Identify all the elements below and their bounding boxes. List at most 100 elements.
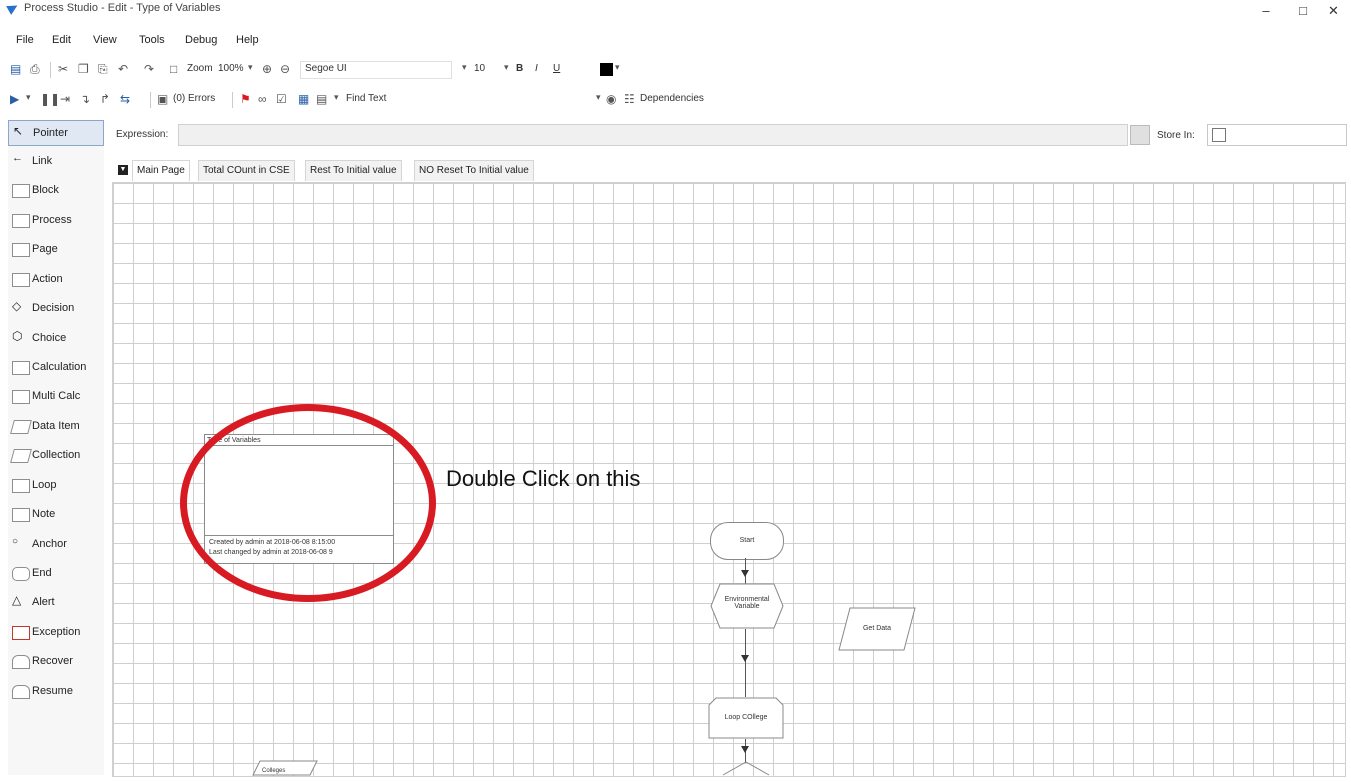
palette-alert[interactable]: △ Alert <box>8 590 104 616</box>
copy-icon[interactable]: ❐ <box>78 62 89 76</box>
chevron-down-icon[interactable]: ▾ <box>504 62 509 73</box>
undo-icon[interactable]: ↶ <box>118 62 128 76</box>
toolbar-separator <box>150 92 151 108</box>
palette-anchor[interactable]: ○ Anchor <box>8 532 104 558</box>
palette-block[interactable]: Block <box>8 178 104 204</box>
chevron-down-icon[interactable]: ▾ <box>26 92 31 103</box>
start-stage[interactable]: Start <box>710 522 784 560</box>
menu-help[interactable]: Help <box>236 34 259 46</box>
expression-input[interactable] <box>178 124 1128 146</box>
validate-icon[interactable]: ▣ <box>157 92 168 106</box>
palette-label: Alert <box>32 596 55 608</box>
tab-rest-initial[interactable]: Rest To Initial value <box>305 160 402 181</box>
block-icon <box>12 184 30 198</box>
find-text-input[interactable]: Find Text <box>346 93 386 104</box>
palette-page[interactable]: Page <box>8 237 104 263</box>
chevron-down-icon[interactable]: ▾ <box>334 92 339 103</box>
app-icon <box>6 1 20 15</box>
palette-pointer[interactable]: ↖ Pointer <box>8 120 104 146</box>
link-arrow-icon: ← <box>12 152 23 164</box>
menu-view[interactable]: View <box>93 34 117 46</box>
flow-arrow-icon <box>741 746 749 753</box>
palette-loop[interactable]: Loop <box>8 473 104 499</box>
page-icon[interactable]: □ <box>170 62 177 76</box>
diamond-icon: ◇ <box>12 299 22 313</box>
palette-exception[interactable]: Exception <box>8 620 104 646</box>
palette-label: Loop <box>32 479 57 491</box>
errors-button[interactable]: (0) Errors <box>173 93 215 104</box>
palette-label: Link <box>32 155 53 167</box>
zoom-dropdown[interactable]: 100% <box>218 63 244 74</box>
paste-icon[interactable]: ⎘ <box>98 62 108 77</box>
close-button[interactable]: ✕ <box>1316 0 1351 22</box>
decision-stage[interactable] <box>722 760 770 776</box>
palette-decision[interactable]: ◇ Decision <box>8 296 104 322</box>
palette-multi-calc[interactable]: Multi Calc <box>8 384 104 410</box>
page-icon <box>12 243 30 257</box>
tab-menu-arrow-icon[interactable]: ▼ <box>118 165 128 175</box>
menu-debug[interactable]: Debug <box>185 34 217 46</box>
palette-recover[interactable]: Recover <box>8 649 104 675</box>
anchor-icon: ○ <box>12 536 19 547</box>
loop-label: Loop COllege <box>724 714 768 721</box>
underline-button[interactable]: U <box>553 63 560 74</box>
palette-action[interactable]: Action <box>8 267 104 293</box>
zoom-out-icon[interactable]: ⊖ <box>280 62 290 76</box>
palette-label: Page <box>32 243 58 255</box>
store-in-input[interactable] <box>1207 124 1347 146</box>
menu-tools[interactable]: Tools <box>139 34 165 46</box>
tab-main-page[interactable]: Main Page <box>132 160 190 181</box>
binoculars-icon[interactable]: ◉ <box>606 92 616 106</box>
pointer-icon: ↖ <box>13 124 24 138</box>
palette-label: End <box>32 567 52 579</box>
color-swatch[interactable] <box>600 63 613 76</box>
tab-total-count[interactable]: Total COunt in CSE <box>198 160 295 181</box>
palette-process[interactable]: Process <box>8 208 104 234</box>
reset-icon[interactable]: ⇆ <box>120 92 130 106</box>
pause-icon[interactable]: ❚❚ <box>40 92 60 106</box>
chevron-down-icon[interactable]: ▾ <box>462 62 467 73</box>
palette-end[interactable]: End <box>8 561 104 587</box>
chevron-down-icon[interactable]: ▾ <box>248 62 253 73</box>
table-icon[interactable]: ▤ <box>316 92 327 106</box>
palette-collection[interactable]: Collection <box>8 443 104 469</box>
bold-button[interactable]: B <box>516 63 523 74</box>
zoom-in-icon[interactable]: ⊕ <box>262 62 272 76</box>
chevron-down-icon[interactable]: ▾ <box>596 92 601 103</box>
step-out-icon[interactable]: ↱ <box>100 92 110 106</box>
store-in-label: Store In: <box>1157 130 1195 141</box>
dependencies-button[interactable]: Dependencies <box>640 93 704 104</box>
redo-icon[interactable]: ↷ <box>144 62 154 76</box>
cut-icon[interactable]: ✂ <box>58 62 68 76</box>
menu-file[interactable]: File <box>16 34 34 46</box>
tab-no-reset[interactable]: NO Reset To Initial value <box>414 160 534 181</box>
chevron-down-icon[interactable]: ▾ <box>615 62 620 73</box>
save-icon[interactable]: ▤ <box>10 62 21 76</box>
font-size-dropdown[interactable]: 10 <box>474 63 485 74</box>
menu-edit[interactable]: Edit <box>52 34 71 46</box>
play-icon[interactable]: ▶ <box>10 92 19 106</box>
italic-button[interactable]: I <box>535 63 538 74</box>
step-icon[interactable]: ⇥ <box>60 92 70 106</box>
palette-resume[interactable]: Resume <box>8 679 104 705</box>
get-data-label: Get Data <box>862 625 891 632</box>
palette-choice[interactable]: ⬡ Choice <box>8 326 104 352</box>
palette-note[interactable]: Note <box>8 502 104 528</box>
page-tabs: ▼ Main Page Total COunt in CSE Rest To I… <box>114 160 1344 182</box>
palette-calculation[interactable]: Calculation <box>8 355 104 381</box>
flag-icon[interactable]: ⚑ <box>240 92 251 106</box>
step-in-icon[interactable]: ↴ <box>80 92 90 106</box>
palette-label: Data Item <box>32 420 80 432</box>
print-icon[interactable]: ⎙ <box>30 62 40 77</box>
grid-icon[interactable]: ▦ <box>298 92 309 106</box>
expression-label: Expression: <box>116 129 169 140</box>
flow-arrow-icon <box>741 655 749 662</box>
checkmark-icon <box>1212 128 1226 142</box>
search-page-icon[interactable]: ☑ <box>276 92 287 106</box>
palette-label: Pointer <box>33 127 68 139</box>
palette-link[interactable]: ← Link <box>8 149 104 175</box>
palette-data-item[interactable]: Data Item <box>8 414 104 440</box>
expression-builder-button[interactable] <box>1130 125 1150 145</box>
title-bar: Process Studio - Edit - Type of Variable… <box>0 0 1351 28</box>
link-icon[interactable]: ∞ <box>258 92 267 106</box>
